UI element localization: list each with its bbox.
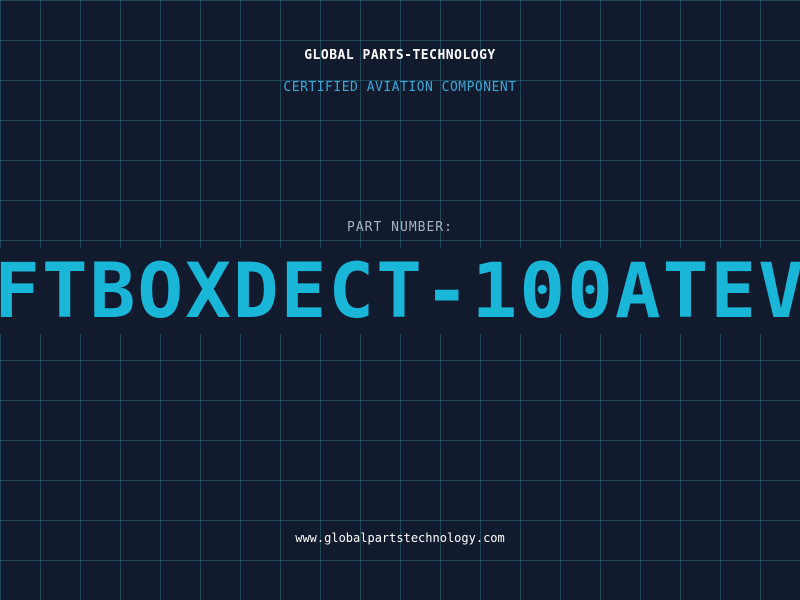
part-number-label: PART NUMBER: <box>347 220 453 235</box>
label-page: GLOBAL PARTS-TECHNOLOGY CERTIFIED AVIATI… <box>0 0 800 600</box>
certification-tagline: CERTIFIED AVIATION COMPONENT <box>283 80 517 95</box>
part-number-value: LIFTBOXDECT-100ATEVEB <box>0 248 800 334</box>
part-number-band: LIFTBOXDECT-100ATEVEB <box>0 248 800 334</box>
website-url: www.globalpartstechnology.com <box>295 531 505 545</box>
brand-name: GLOBAL PARTS-TECHNOLOGY <box>304 48 496 63</box>
